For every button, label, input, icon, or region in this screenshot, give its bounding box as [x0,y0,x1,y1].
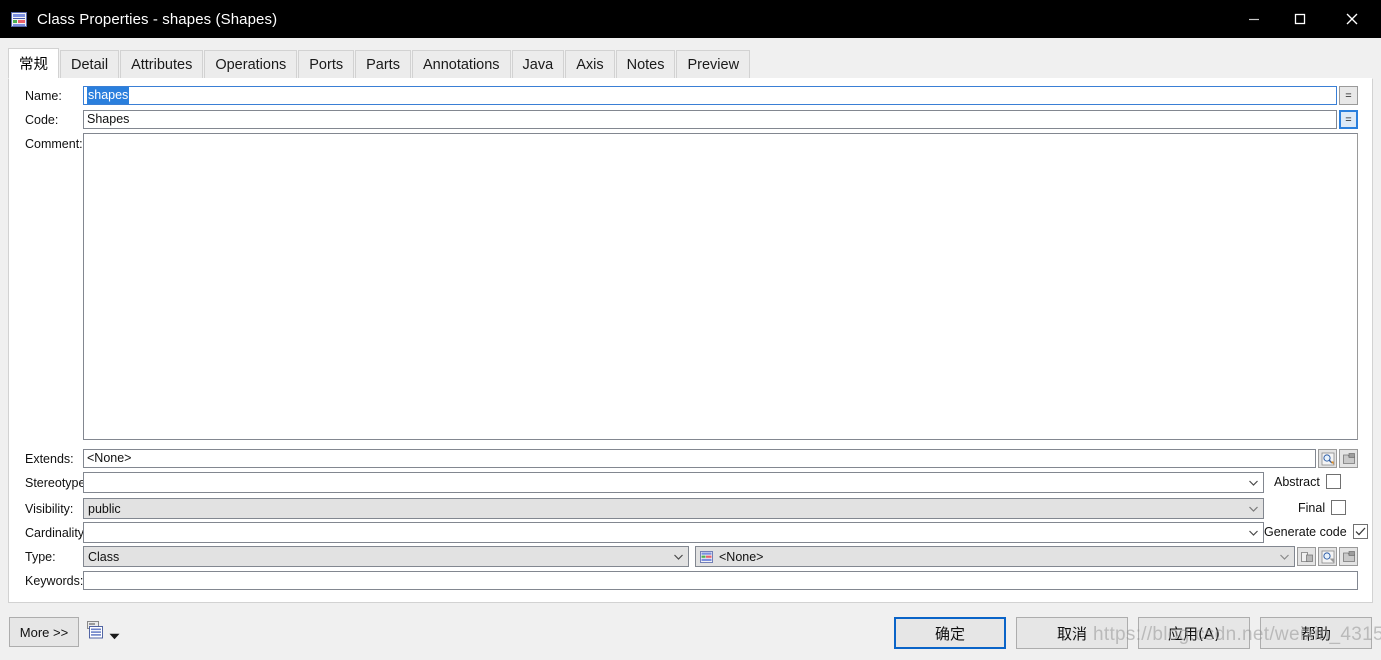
apply-button[interactable]: 应用(A) [1138,617,1250,649]
tab--[interactable]: 常规 [8,48,59,78]
name-input-value: shapes [87,87,130,104]
extends-browse-button[interactable] [1318,449,1337,468]
code-input[interactable]: Shapes [83,110,1337,129]
class-diagram-icon [11,11,27,27]
type-combo[interactable]: Class [83,546,689,567]
tab-attributes[interactable]: Attributes [120,50,204,78]
comment-label: Comment: [25,137,83,151]
stereotype-label: Stereotype: [25,476,89,490]
checkbox-final-box[interactable] [1331,500,1347,515]
tab-list: 常规 Detail Attributes Operations Ports Parts An… [8,48,751,78]
tab-strip: 常规 Detail Attributes Operations Ports Parts An… [0,38,1381,78]
chevron-down-icon[interactable] [668,547,688,566]
ok-button[interactable]: 确定 [894,617,1006,649]
checkbox-abstract[interactable]: Abstract [1274,474,1341,489]
class-icon [700,550,713,563]
close-button[interactable] [1323,0,1381,38]
type-properties-button[interactable] [1339,547,1358,566]
type-target-combo[interactable]: <None> [695,546,1295,567]
extends-input-value: <None> [87,451,132,465]
apply-button-label: 应用(A) [1168,624,1220,643]
report-dropdown-icon[interactable] [109,629,120,643]
visibility-combo-value: public [88,501,121,516]
cardinality-combo[interactable] [83,522,1264,543]
title-bar: Class Properties - shapes (Shapes) [0,0,1381,38]
checkbox-final-label: Final [1298,500,1326,515]
checkbox-generate-code-box[interactable] [1352,524,1368,539]
extends-label: Extends: [25,452,74,466]
code-label: Code: [25,113,59,127]
type-browse-button[interactable] [1318,547,1337,566]
maximize-button[interactable] [1277,0,1323,38]
tab-label: Java [522,56,554,73]
cancel-button[interactable]: 取消 [1016,617,1128,649]
tab-label: Axis [576,56,604,73]
tab-label: Operations [215,56,287,73]
type-label: Type: [25,550,56,564]
code-input-value: Shapes [87,112,130,126]
code-equals-label: = [1345,113,1352,126]
help-button[interactable]: 帮助 [1260,617,1372,649]
tab-label: Preview [687,56,740,73]
tab-ports[interactable]: Ports [298,50,355,78]
name-label: Name: [25,89,62,103]
more-button[interactable]: More >> [9,617,79,647]
tab-detail[interactable]: Detail [60,50,120,78]
type-target-value: <None> [719,549,764,564]
name-equals-button[interactable]: = [1339,86,1358,105]
visibility-combo[interactable]: public [83,498,1264,519]
chevron-down-icon[interactable] [1243,499,1263,518]
checkbox-final[interactable]: Final [1298,500,1347,515]
tab-label: Parts [366,56,400,73]
tab-axis[interactable]: Axis [565,50,615,78]
tab-annotations[interactable]: Annotations [411,50,511,78]
tab-label: Attributes [131,56,193,73]
cancel-button-label: 取消 [1056,624,1087,643]
tab-label: Notes [626,56,665,73]
general-tab-panel: Name: shapes = Code: Shapes = Comment: E… [8,78,1373,603]
window-title: Class Properties - shapes (Shapes) [37,10,278,28]
tab-label: Annotations [422,56,500,73]
keywords-input[interactable] [83,571,1358,590]
class-properties-dialog: Class Properties - shapes (Shapes) 常规 Det… [0,0,1381,660]
extends-properties-button[interactable] [1339,449,1358,468]
stereotype-combo[interactable] [83,472,1264,493]
dialog-footer: More >> 确定 取消 应用(A) 帮助 [0,603,1381,660]
type-combo-value: Class [88,549,120,564]
checkbox-generate-code[interactable]: Generate code [1264,524,1368,539]
minimize-button[interactable] [1231,0,1277,38]
window-controls [1231,0,1381,38]
report-icon[interactable] [87,621,104,639]
tab-label: Detail [71,56,109,73]
code-equals-button[interactable]: = [1339,110,1358,129]
checkbox-abstract-label: Abstract [1274,474,1320,489]
more-button-label: More >> [19,624,69,640]
tab-parts[interactable]: Parts [355,50,411,78]
chevron-down-icon[interactable] [1243,473,1263,492]
help-button-label: 帮助 [1300,624,1331,643]
extends-input[interactable]: <None> [83,449,1316,468]
tab-java[interactable]: Java [511,50,565,78]
tab-label: Ports [309,56,344,73]
name-input[interactable]: shapes [83,86,1337,105]
chevron-down-icon[interactable] [1274,547,1294,566]
keywords-label: Keywords: [25,574,84,588]
ok-button-label: 确定 [934,624,965,643]
comment-textarea[interactable] [83,133,1358,440]
tab-preview[interactable]: Preview [676,50,751,78]
tab-notes[interactable]: Notes [615,50,676,78]
chevron-down-icon[interactable] [1243,523,1263,542]
name-equals-label: = [1345,89,1352,102]
visibility-label: Visibility: [25,502,74,516]
tab-operations[interactable]: Operations [204,50,298,78]
cardinality-label: Cardinality: [25,526,88,540]
tab-label: 常规 [19,57,48,73]
type-create-button[interactable] [1297,547,1316,566]
checkbox-abstract-box[interactable] [1325,474,1341,489]
checkbox-generate-code-label: Generate code [1264,524,1347,539]
